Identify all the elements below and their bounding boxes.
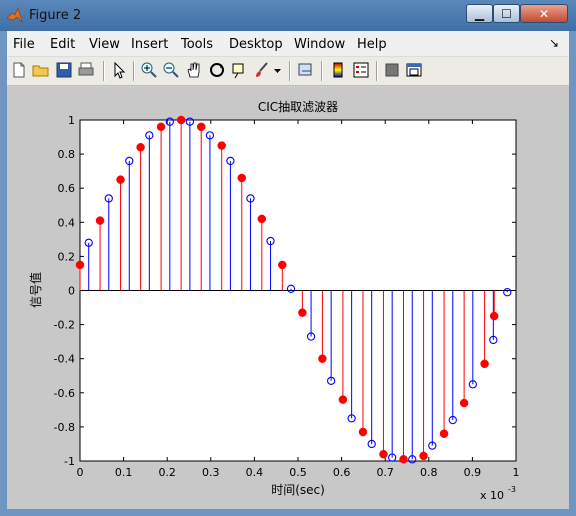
save-icon[interactable] — [55, 61, 73, 79]
stem-marker-filled — [379, 449, 388, 459]
print-icon[interactable] — [77, 61, 95, 79]
stem-marker-filled — [298, 308, 307, 317]
minimize-button[interactable]: ▁ — [466, 4, 493, 23]
x-tick-label: 0.4 — [246, 466, 264, 479]
window-client-area: File Edit View Insert Tools Desktop Wind… — [7, 31, 569, 509]
stem-marker-filled — [338, 395, 348, 404]
y-tick-label: -0.4 — [54, 353, 75, 366]
x-exponent-value: -3 — [508, 485, 516, 494]
toolbar-separator — [321, 61, 323, 81]
menu-help[interactable]: Help — [357, 37, 387, 52]
maximize-button[interactable]: ☐ — [493, 4, 520, 23]
y-tick-label: 0.6 — [58, 182, 76, 195]
y-axis-label: 信号值 — [28, 272, 43, 308]
toolbar-separator — [376, 61, 378, 81]
data-cursor-icon[interactable] — [230, 61, 248, 79]
show-plot-tools-icon[interactable] — [405, 61, 423, 79]
stem-chart[interactable]: CIC抽取滤波器 时间(sec) 信号值 x 10 -3 0 0.1 0.2 0.3 0… — [7, 87, 569, 509]
menu-window[interactable]: Window — [294, 37, 345, 52]
x-tick-label: 1 — [513, 466, 520, 479]
new-figure-icon[interactable] — [10, 61, 28, 79]
menu-edit[interactable]: Edit — [50, 37, 75, 52]
y-tick-label: 0 — [68, 285, 75, 298]
title-bar[interactable]: Figure 2 ▁ ☐ ✕ — [0, 0, 576, 31]
figure-toolbar — [7, 57, 569, 86]
stem-marker-filled — [156, 122, 166, 132]
toolbar-separator — [289, 61, 291, 81]
stem-marker-filled — [489, 311, 499, 321]
brush-dropdown-icon[interactable] — [273, 61, 282, 79]
window-title: Figure 2 — [29, 8, 82, 23]
menu-view[interactable]: View — [89, 37, 120, 52]
menu-desktop[interactable]: Desktop — [229, 37, 283, 52]
x-tick-label: 0.1 — [115, 466, 133, 479]
menu-file[interactable]: File — [13, 37, 35, 52]
zoom-out-icon[interactable] — [162, 61, 180, 79]
close-button[interactable]: ✕ — [520, 4, 568, 23]
y-tick-label: 0.8 — [58, 148, 76, 161]
x-tick-label: 0 — [77, 466, 84, 479]
stem-marker-filled — [419, 451, 428, 461]
stem-marker-filled — [237, 173, 247, 183]
y-tick-label: -1 — [64, 455, 75, 468]
menu-tools[interactable]: Tools — [181, 37, 213, 52]
menu-bar: File Edit View Insert Tools Desktop Wind… — [7, 31, 569, 57]
y-tick-label: -0.2 — [54, 319, 75, 332]
figure-window: Figure 2 ▁ ☐ ✕ File Edit View Insert Too… — [0, 0, 576, 516]
colorbar-icon[interactable] — [329, 61, 347, 79]
toolbar-separator — [133, 61, 135, 81]
x-tick-label: 0.2 — [158, 466, 176, 479]
y-tick-label: 1 — [68, 114, 75, 127]
link-plot-icon[interactable] — [297, 61, 315, 79]
menu-dock-arrow-icon[interactable]: ↘ — [549, 36, 559, 50]
y-tick-label: 0.4 — [58, 216, 76, 229]
x-tick-label: 0.9 — [464, 466, 482, 479]
stem-marker-filled — [459, 398, 469, 408]
stem-marker-filled — [480, 359, 489, 369]
zoom-in-icon[interactable] — [140, 61, 158, 79]
y-tick-label: -0.8 — [54, 421, 75, 434]
menu-insert[interactable]: Insert — [131, 37, 168, 52]
x-exponent-label: x 10 — [480, 489, 504, 502]
stem-marker-filled — [95, 216, 105, 225]
stem-marker-filled — [278, 260, 287, 270]
stem-marker-filled — [318, 354, 327, 363]
y-tick-label: -0.6 — [54, 387, 75, 400]
stem-marker-filled — [116, 175, 125, 184]
pan-hand-icon[interactable] — [185, 61, 203, 79]
pointer-icon[interactable] — [110, 61, 128, 79]
stem-marker-filled — [399, 455, 408, 464]
legend-icon[interactable] — [352, 61, 370, 79]
brush-icon[interactable] — [253, 61, 271, 79]
stem-marker-filled — [358, 427, 368, 437]
matlab-logo-icon — [6, 7, 23, 24]
toolbar-separator — [103, 61, 105, 81]
x-tick-label: 0.3 — [202, 466, 220, 479]
stem-marker-filled — [176, 115, 186, 125]
hide-plot-tools-icon[interactable] — [383, 61, 401, 79]
stem-marker-filled — [257, 214, 267, 224]
x-tick-label: 0.5 — [289, 466, 307, 479]
x-tick-label: 0.7 — [376, 466, 394, 479]
stem-marker-filled — [75, 260, 85, 270]
stem-marker-filled — [439, 429, 449, 438]
stem-marker-filled — [217, 141, 226, 150]
x-axis-label: 时间(sec) — [271, 483, 325, 497]
x-tick-label: 0.8 — [420, 466, 438, 479]
stem-marker-filled — [136, 143, 145, 152]
stem-marker-filled — [196, 122, 206, 132]
x-tick-label: 0.6 — [333, 466, 351, 479]
rotate-3d-icon[interactable] — [208, 61, 226, 79]
figure-canvas: CIC抽取滤波器 时间(sec) 信号值 x 10 -3 0 0.1 0.2 0.3 0… — [7, 87, 569, 509]
y-tick-label: 0.2 — [58, 250, 76, 263]
chart-title: CIC抽取滤波器 — [258, 100, 338, 114]
open-file-icon[interactable] — [32, 61, 50, 79]
